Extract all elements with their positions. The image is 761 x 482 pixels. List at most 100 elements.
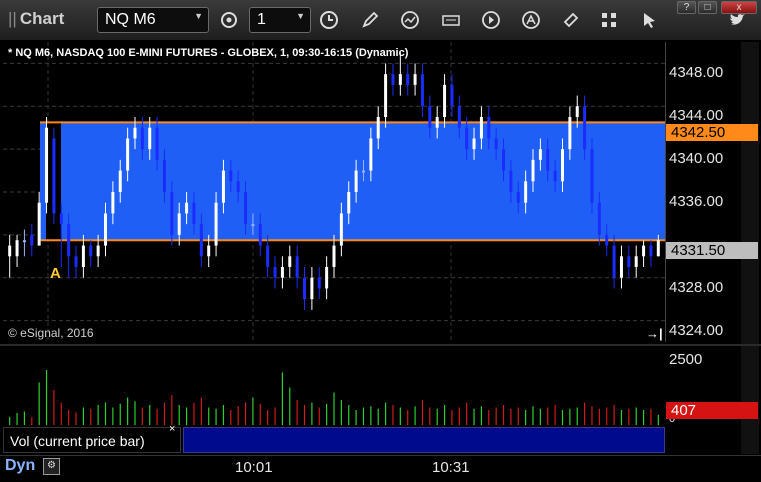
candle-body (199, 224, 203, 257)
candle-body (126, 138, 130, 171)
candle-body (258, 224, 262, 246)
candle-body (435, 117, 439, 128)
candle-body (251, 224, 255, 227)
dyn-label[interactable]: Dyn (5, 457, 35, 475)
candle-body (280, 267, 284, 278)
candle-body (15, 240, 19, 257)
candle-body (37, 202, 41, 246)
candle-body (369, 138, 373, 171)
copyright-text: © eSignal, 2016 (8, 326, 94, 340)
price-tick: 4336.00 (669, 193, 724, 210)
range-low-label: 4331.50 (666, 242, 758, 259)
candle-body (494, 138, 498, 150)
dyn-settings-icon[interactable]: ⚙ (43, 458, 60, 475)
chart-info: * NQ M6, NASDAQ 100 E-MINI FUTURES - GLO… (8, 47, 409, 59)
legend-close-icon[interactable]: × (169, 423, 175, 435)
candle-body (472, 138, 476, 150)
range-high-label: 4342.50 (666, 124, 758, 141)
candle-body (487, 117, 491, 139)
candle-body (376, 117, 380, 139)
candle-body (155, 127, 159, 160)
candle-body (546, 149, 550, 171)
candle-body (59, 213, 63, 225)
candle-body (339, 213, 343, 246)
candle-body (52, 138, 56, 214)
candle-body (605, 234, 609, 246)
scroll-to-end-icon[interactable]: →| (646, 326, 663, 341)
candle-body (310, 277, 314, 300)
candle-body (538, 149, 542, 160)
candle-body (597, 202, 601, 235)
candle-body (45, 127, 49, 203)
candle-body (162, 159, 166, 192)
candle-body (656, 240, 660, 257)
candle-body (266, 245, 270, 267)
price-tick: 4348.00 (669, 64, 724, 81)
candle-body (74, 256, 78, 267)
volume-legend[interactable]: Vol (current price bar) (3, 427, 181, 453)
time-label: 10:01 (235, 459, 273, 476)
candle-body (524, 181, 528, 203)
candle-body (244, 192, 248, 225)
price-tick: 4344.00 (669, 107, 724, 124)
candle-body (229, 170, 233, 182)
candle-body (133, 127, 137, 139)
candle-body (303, 277, 307, 300)
candle-body (347, 192, 351, 214)
candle-body (406, 74, 410, 85)
candle-body (214, 202, 218, 246)
candle-body (509, 170, 513, 192)
volume-tick: 2500 (669, 351, 703, 368)
price-tick: 4340.00 (669, 150, 724, 167)
candle-body (502, 149, 506, 171)
candle-body (273, 267, 277, 278)
candle-body (398, 74, 402, 85)
volume-legend-text: Vol (current price bar) (10, 433, 145, 449)
candle-body (531, 159, 535, 182)
candle-body (236, 181, 240, 192)
legend-band (183, 427, 665, 453)
candle-body (96, 245, 100, 257)
candle-body (516, 192, 520, 203)
candle-body (649, 245, 653, 257)
candle-body (118, 170, 122, 192)
candle-body (332, 245, 336, 267)
candle-body (575, 106, 579, 117)
time-axis[interactable] (0, 455, 761, 482)
candle-body (192, 202, 196, 225)
candle-body (207, 245, 211, 257)
candle-body (642, 245, 646, 257)
candle-body (8, 245, 12, 257)
volume-current-label: 407 (666, 402, 758, 419)
candle-body (413, 74, 417, 85)
candle-body (170, 192, 174, 235)
candle-body (81, 245, 85, 267)
price-tick: 4324.00 (669, 322, 724, 339)
candle-body (89, 245, 93, 257)
candle-body (627, 256, 631, 267)
candle-body (619, 256, 623, 278)
candle-body (185, 202, 189, 214)
candle-body (384, 74, 388, 117)
candle-body (428, 106, 432, 128)
candle-body (317, 277, 321, 289)
candle-body (177, 213, 181, 235)
candle-body (590, 149, 594, 203)
marker-a: A (50, 265, 61, 282)
candle-body (354, 170, 358, 192)
candle-body (140, 127, 144, 150)
time-label: 10:31 (432, 459, 470, 476)
candle-body (30, 234, 34, 246)
candle-body (288, 256, 292, 267)
candle-body (553, 170, 557, 182)
candle-body (325, 267, 329, 289)
candle-body (450, 84, 454, 107)
candle-body (568, 117, 572, 150)
price-tick: 4328.00 (669, 279, 724, 296)
chart-graphics (3, 42, 665, 425)
candle-body (443, 84, 447, 117)
candle-body (391, 74, 395, 85)
candle-body (67, 224, 71, 257)
candle-body (221, 170, 225, 203)
candle-body (457, 106, 461, 128)
